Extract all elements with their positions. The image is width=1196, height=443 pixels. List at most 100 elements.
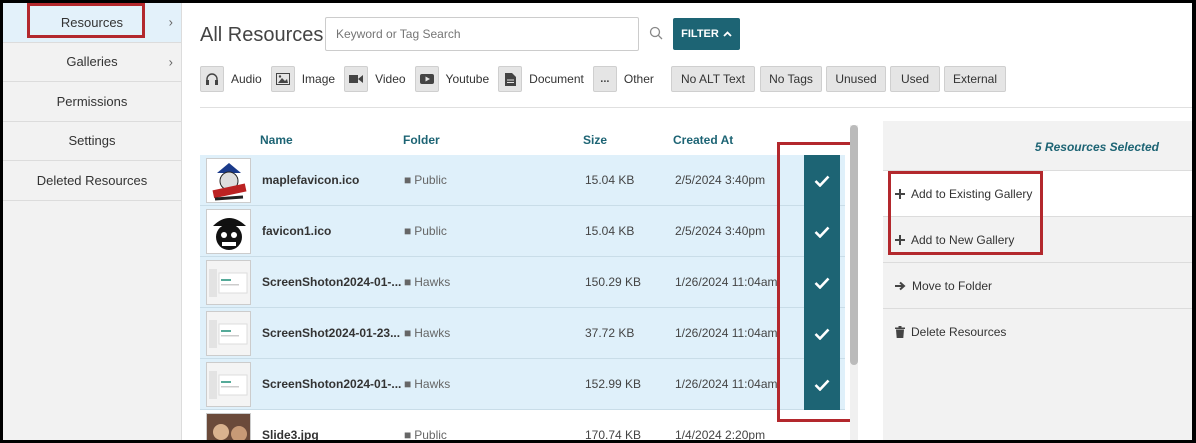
folder-icon: ■ xyxy=(404,173,412,187)
sidebar-item-label: Resources xyxy=(60,14,124,30)
table-row[interactable]: ScreenShot2024-01-23... ■ Hawks 37.72 KB … xyxy=(200,308,845,359)
type-filter-image[interactable]: Image xyxy=(270,66,335,92)
thumbnail-image xyxy=(206,209,251,254)
row-name[interactable]: ScreenShoton2024-01-... xyxy=(262,275,401,289)
checkmark-icon xyxy=(814,226,830,238)
checkmark-icon xyxy=(814,277,830,289)
thumbnail-image xyxy=(206,413,251,440)
sidebar-item-label: Deleted Resources xyxy=(36,172,148,188)
sidebar-item-label: Settings xyxy=(68,133,116,149)
action-label: Add to New Gallery xyxy=(911,232,1015,247)
row-folder: ■ Public xyxy=(404,428,447,440)
row-size: 150.29 KB xyxy=(585,275,642,289)
row-name[interactable]: maplefavicon.ico xyxy=(262,173,359,187)
folder-icon: ■ xyxy=(404,428,412,440)
tag-filter-used[interactable]: Used xyxy=(890,66,940,92)
column-header-name[interactable]: Name xyxy=(260,133,293,147)
tag-filter-unused[interactable]: Unused xyxy=(826,66,886,92)
sidebar-item-galleries[interactable]: Galleries › xyxy=(3,43,181,82)
sidebar-item-label: Permissions xyxy=(56,93,128,109)
trash-icon xyxy=(895,325,905,338)
row-created: 1/26/2024 11:04am xyxy=(675,326,778,340)
thumbnail-image xyxy=(206,260,251,305)
chevron-right-icon: › xyxy=(168,14,173,30)
row-size: 15.04 KB xyxy=(585,173,635,187)
youtube-icon xyxy=(414,66,439,92)
page-title: All Resources xyxy=(200,24,324,46)
row-created: 1/4/2024 2:20pm xyxy=(675,428,766,440)
thumbnail-image xyxy=(206,158,251,203)
sidebar-item-resources[interactable]: Resources › xyxy=(3,3,181,43)
row-size: 37.72 KB xyxy=(585,326,635,340)
tag-filter-no-alt-text[interactable]: No ALT Text xyxy=(671,66,755,92)
sidebar-item-label: Galleries xyxy=(66,54,118,70)
video-icon xyxy=(344,66,369,92)
move-to-folder-button[interactable]: Move to Folder xyxy=(883,262,1192,308)
table-row[interactable]: maplefavicon.ico ■ Public 15.04 KB 2/5/20… xyxy=(200,155,845,206)
row-name[interactable]: favicon1.ico xyxy=(262,224,331,238)
row-folder-label: Hawks xyxy=(414,377,451,391)
sidebar: Resources › Galleries › Permissions Sett… xyxy=(3,3,182,440)
search-box xyxy=(325,17,639,51)
row-size: 170.74 KB xyxy=(585,428,642,440)
type-filter-label: Youtube xyxy=(445,72,490,86)
search-icon[interactable] xyxy=(649,26,663,40)
row-folder-label: Hawks xyxy=(414,275,451,289)
row-name[interactable]: ScreenShot2024-01-23... xyxy=(262,326,400,340)
row-folder-label: Public xyxy=(414,224,447,238)
type-filter-label: Other xyxy=(623,72,654,86)
column-header-size[interactable]: Size xyxy=(583,133,607,147)
search-input[interactable] xyxy=(326,18,638,50)
scrollbar-thumb[interactable] xyxy=(850,125,858,365)
sidebar-item-deleted-resources[interactable]: Deleted Resources xyxy=(3,161,181,201)
type-filter-youtube[interactable]: Youtube xyxy=(414,66,490,92)
add-to-existing-gallery-button[interactable]: Add to Existing Gallery xyxy=(883,170,1192,216)
add-to-new-gallery-button[interactable]: Add to New Gallery xyxy=(883,216,1192,262)
row-created: 2/5/2024 3:40pm xyxy=(675,224,766,238)
document-icon xyxy=(498,66,523,92)
table-row[interactable]: favicon1.ico ■ Public 15.04 KB 2/5/2024 3… xyxy=(200,206,845,257)
checkmark-icon xyxy=(814,175,830,187)
thumbnail-image xyxy=(206,311,251,356)
chevron-up-icon xyxy=(723,31,732,37)
table-row[interactable]: Slide3.jpg ■ Public 170.74 KB 1/4/2024 2:… xyxy=(200,410,845,440)
app-window: Resources › Galleries › Permissions Sett… xyxy=(3,3,1192,440)
delete-resources-button[interactable]: Delete Resources xyxy=(883,308,1192,354)
column-header-folder[interactable]: Folder xyxy=(403,133,440,147)
type-filter-video[interactable]: Video xyxy=(344,66,406,92)
row-name[interactable]: Slide3.jpg xyxy=(262,428,319,440)
row-size: 15.04 KB xyxy=(585,224,635,238)
row-name[interactable]: ScreenShoton2024-01-... xyxy=(262,377,401,391)
filter-button[interactable]: FILTER xyxy=(673,18,740,50)
row-created: 2/5/2024 3:40pm xyxy=(675,173,766,187)
action-label: Delete Resources xyxy=(911,324,1007,339)
table-row[interactable]: ScreenShoton2024-01-... ■ Hawks 150.29 KB… xyxy=(200,257,845,308)
action-label: Move to Folder xyxy=(912,278,993,293)
sidebar-item-settings[interactable]: Settings xyxy=(3,122,181,161)
type-filter-label: Audio xyxy=(231,72,262,86)
tag-filter-external[interactable]: External xyxy=(944,66,1006,92)
headphones-icon xyxy=(200,66,224,92)
row-created: 1/26/2024 11:04am xyxy=(675,275,778,289)
row-folder-label: Hawks xyxy=(414,326,451,340)
folder-icon: ■ xyxy=(404,275,412,289)
row-checkbox[interactable] xyxy=(804,206,840,257)
tag-filter-no-tags[interactable]: No Tags xyxy=(760,66,822,92)
divider xyxy=(200,107,1192,108)
row-checkbox[interactable] xyxy=(804,359,840,410)
row-folder: ■ Public xyxy=(404,173,447,187)
table-row[interactable]: ScreenShoton2024-01-... ■ Hawks 152.99 KB… xyxy=(200,359,845,410)
sidebar-item-permissions[interactable]: Permissions xyxy=(3,82,181,122)
row-created: 1/26/2024 11:04am xyxy=(675,377,778,391)
checkmark-icon xyxy=(814,379,830,391)
image-icon xyxy=(270,66,295,92)
row-checkbox[interactable] xyxy=(804,155,840,206)
row-checkbox[interactable] xyxy=(804,257,840,308)
type-filter-document[interactable]: Document xyxy=(498,66,584,92)
checkmark-icon xyxy=(814,328,830,340)
row-checkbox[interactable] xyxy=(804,308,840,359)
column-header-created-at[interactable]: Created At xyxy=(673,133,733,147)
type-filter-other[interactable]: ... Other xyxy=(592,66,654,92)
row-folder: ■ Hawks xyxy=(404,377,450,391)
type-filter-audio[interactable]: Audio xyxy=(200,66,262,92)
